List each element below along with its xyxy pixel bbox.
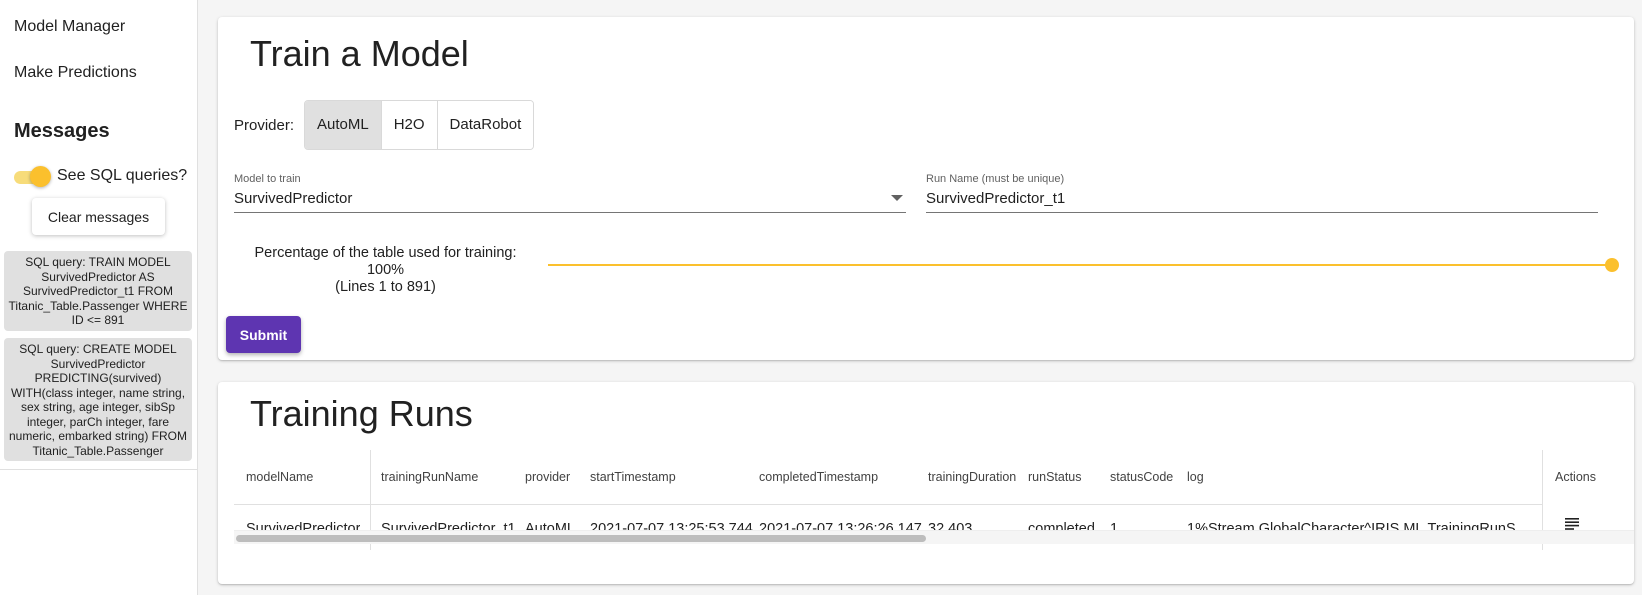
run-name-field[interactable]: Run Name (must be unique) SurvivedPredic… xyxy=(926,173,1598,213)
training-runs-card: Training Runs modelName trainingRunName … xyxy=(218,382,1634,584)
provider-option-datarobot[interactable]: DataRobot xyxy=(437,101,534,149)
horizontal-scrollbar[interactable] xyxy=(234,530,1634,544)
log-details-icon[interactable] xyxy=(1565,518,1579,530)
submit-button[interactable]: Submit xyxy=(226,316,301,353)
column-header[interactable]: startTimestamp xyxy=(590,470,676,484)
column-header[interactable]: log xyxy=(1187,470,1204,484)
model-select-label: Model to train xyxy=(234,173,301,185)
column-header[interactable]: provider xyxy=(525,470,570,484)
table-header-row: modelName trainingRunName provider start… xyxy=(234,450,1634,505)
column-header[interactable]: trainingRunName xyxy=(381,470,478,484)
page-title: Train a Model xyxy=(250,33,469,74)
provider-label: Provider: xyxy=(234,117,295,134)
percentage-label: Percentage of the table used for trainin… xyxy=(234,245,537,296)
actions-header: Actions xyxy=(1555,470,1596,484)
provider-option-automl[interactable]: AutoML xyxy=(305,101,382,149)
run-name-value[interactable]: SurvivedPredictor_t1 xyxy=(926,190,1065,207)
provider-toggle-group: AutoML H2O DataRobot xyxy=(304,100,535,150)
column-header[interactable]: modelName xyxy=(246,470,313,484)
percentage-label-line2: (Lines 1 to 891) xyxy=(335,279,436,295)
message-item: SQL query: CREATE MODEL SurvivedPredicto… xyxy=(4,338,192,461)
train-model-card: Train a Model Provider: AutoML H2O DataR… xyxy=(218,17,1634,360)
column-header[interactable]: completedTimestamp xyxy=(759,470,878,484)
run-name-label: Run Name (must be unique) xyxy=(926,173,1065,185)
section-title: Training Runs xyxy=(250,393,473,434)
message-item: SQL query: TRAIN MODEL SurvivedPredictor… xyxy=(4,251,192,331)
toggle-label: See SQL queries? xyxy=(57,167,188,184)
percentage-slider-track[interactable] xyxy=(548,264,1612,266)
nav-model-manager[interactable]: Model Manager xyxy=(14,18,125,36)
clear-messages-button[interactable]: Clear messages xyxy=(32,198,165,235)
percentage-slider-thumb[interactable] xyxy=(1605,258,1619,272)
model-select-value: SurvivedPredictor xyxy=(234,190,353,207)
toggle-thumb xyxy=(30,166,51,187)
model-select[interactable]: Model to train SurvivedPredictor xyxy=(234,173,906,213)
divider xyxy=(0,469,198,470)
nav-make-predictions[interactable]: Make Predictions xyxy=(14,64,137,82)
sidebar: Model Manager Make Predictions Messages … xyxy=(0,0,198,595)
messages-heading: Messages xyxy=(14,120,110,142)
sql-queries-toggle[interactable] xyxy=(14,166,51,187)
column-header[interactable]: statusCode xyxy=(1110,470,1173,484)
scrollbar-thumb[interactable] xyxy=(236,535,926,542)
chevron-down-icon[interactable] xyxy=(891,195,903,201)
column-header[interactable]: trainingDuration xyxy=(928,470,1016,484)
provider-option-h2o[interactable]: H2O xyxy=(381,101,438,149)
column-header[interactable]: runStatus xyxy=(1028,470,1082,484)
percentage-label-line1: Percentage of the table used for trainin… xyxy=(254,245,517,278)
